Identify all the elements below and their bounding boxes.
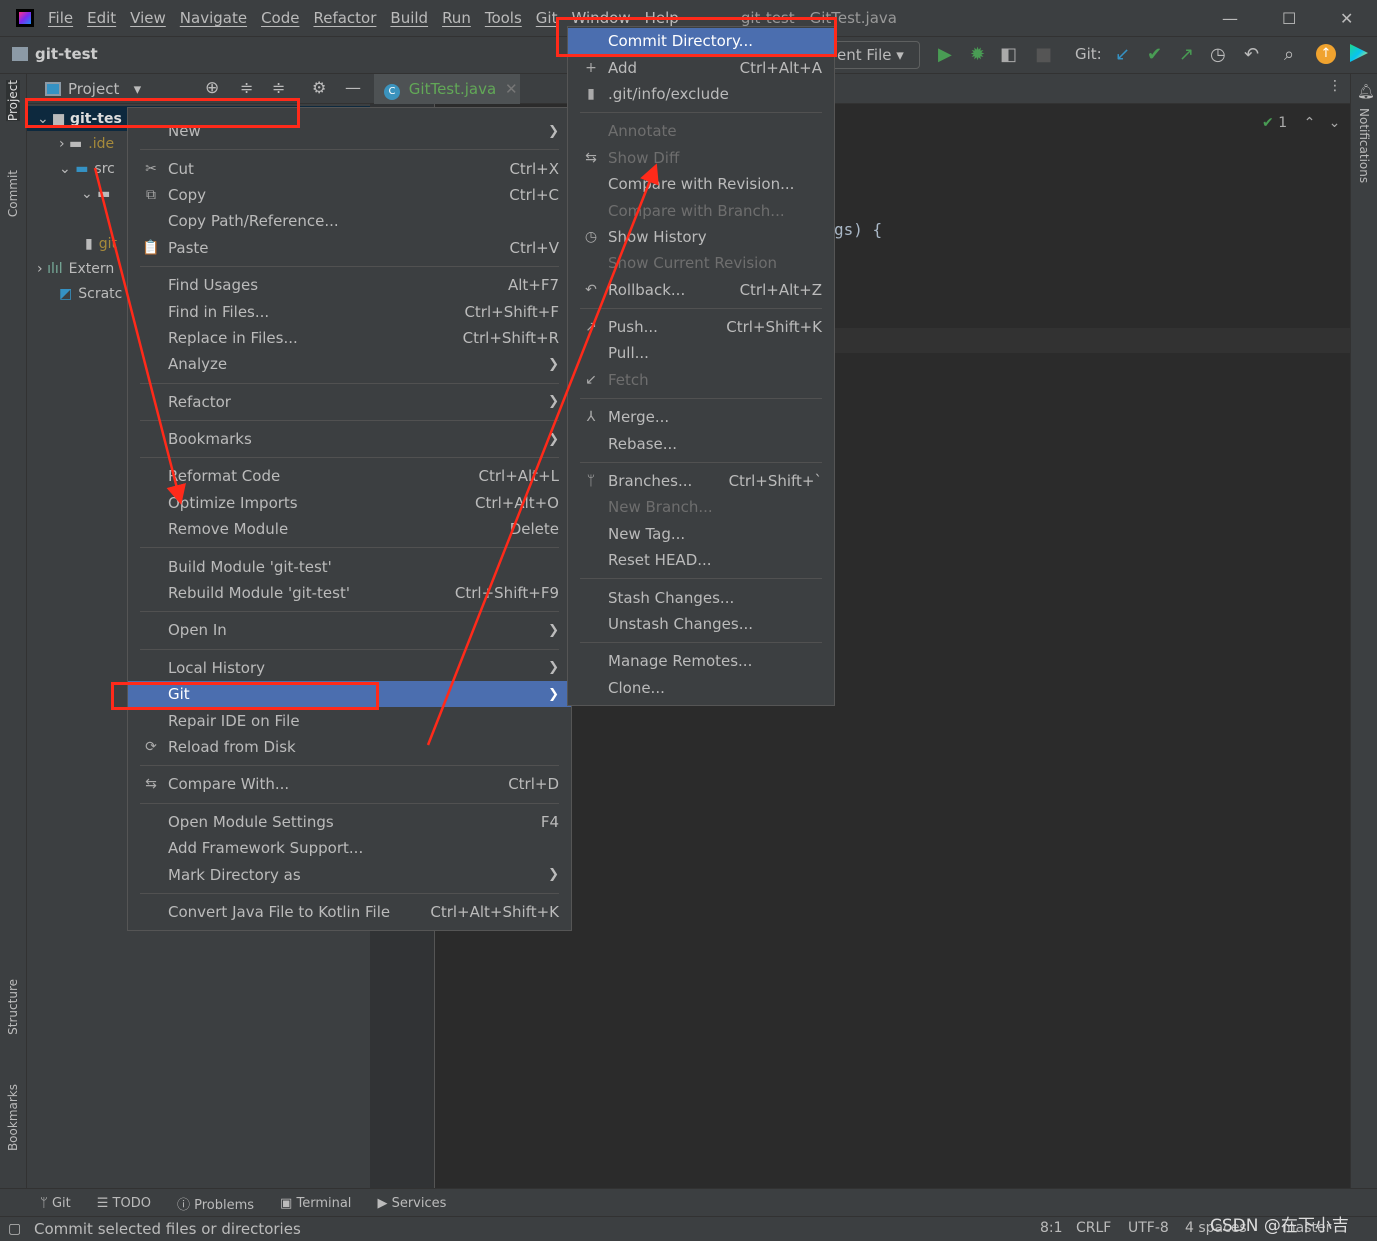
annotation-arrow-1 — [93, 167, 186, 505]
annotation-arrows — [93, 163, 659, 746]
annotation-arrow-2 — [426, 163, 659, 746]
